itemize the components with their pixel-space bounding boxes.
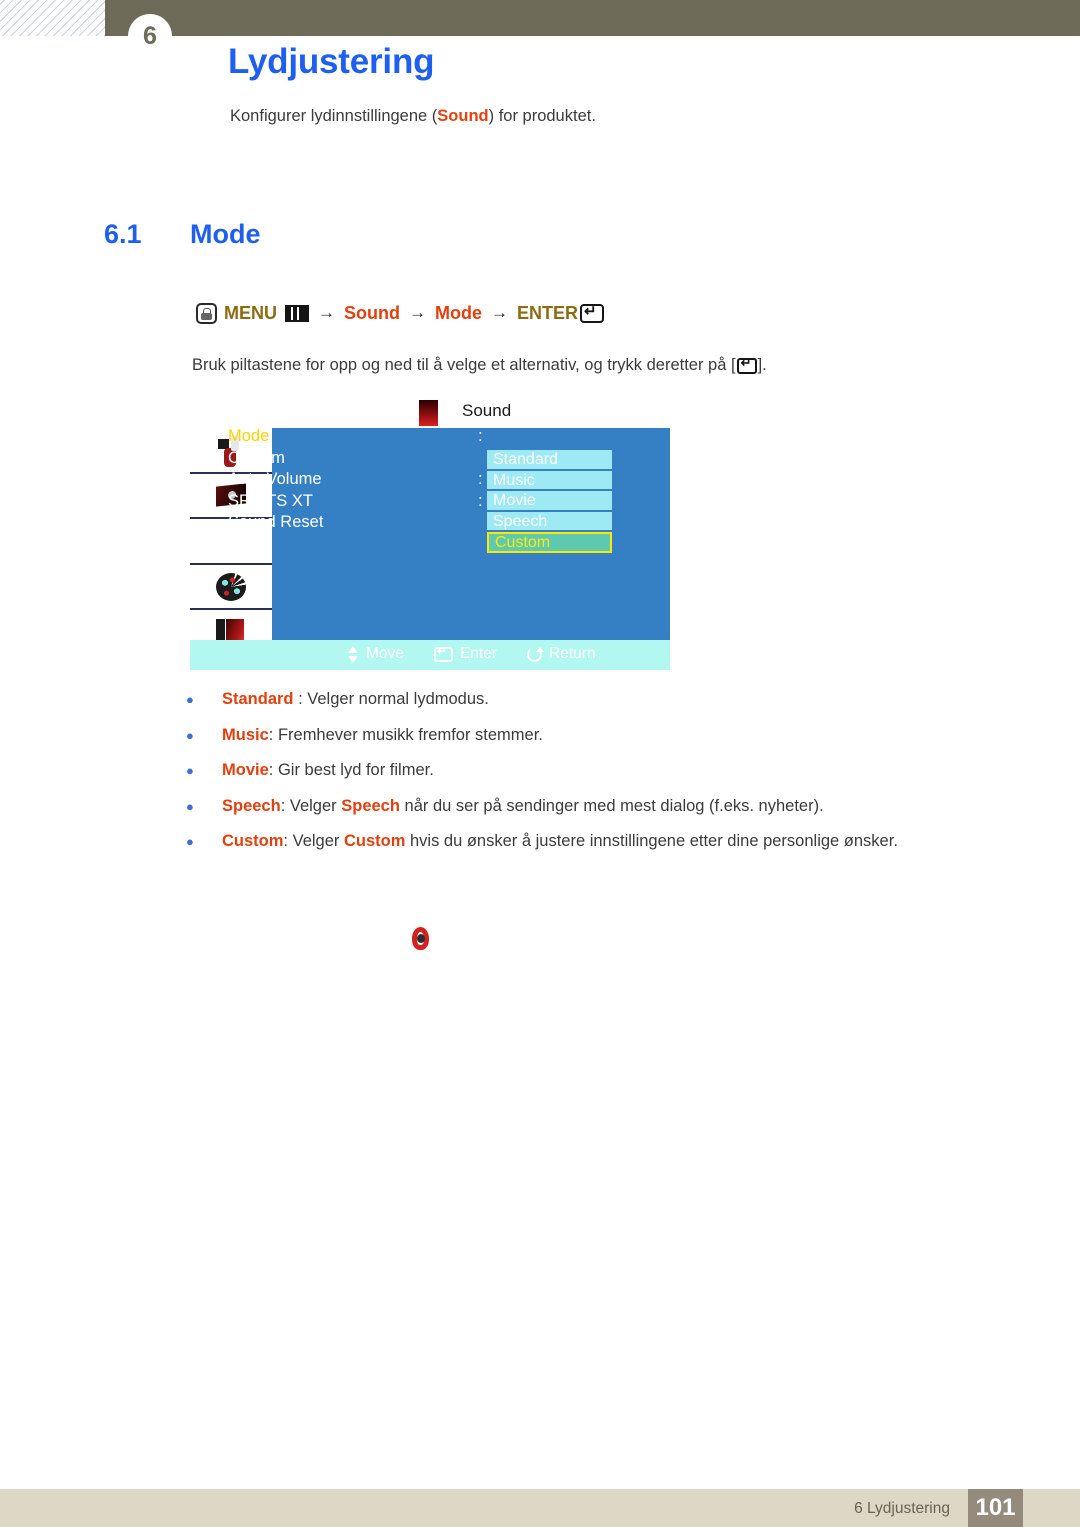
enter-key-icon (580, 302, 605, 323)
dropdown-option-movie[interactable]: Movie (487, 491, 612, 512)
menu-bars-icon (285, 304, 309, 322)
list-item-separator: : (283, 832, 293, 850)
list-item: ● Standard : Velger normal lydmodus. (186, 690, 986, 709)
list-item-body: Fremhever musikk fremfor stemmer. (277, 725, 543, 744)
path-arrow-1: → (318, 303, 335, 322)
list-item-term: Music (222, 725, 269, 744)
list-item-term: Movie (222, 761, 269, 779)
list-item-highlight: Custom (343, 832, 406, 850)
enter-key-icon-osd (433, 644, 453, 662)
osd-icon (404, 925, 438, 953)
list-item-body: Velger (292, 832, 344, 850)
path-arrow-2: → (409, 303, 426, 322)
osd-row-mode[interactable]: Mode (228, 426, 478, 448)
menu-path-item-mode: Mode (435, 302, 482, 323)
chapter-number-badge: 6 (128, 14, 172, 58)
list-item-text: Music: Fremhever musikk fremfor stemmer. (222, 726, 986, 745)
footer-page-number: 101 (968, 1489, 1023, 1527)
mode-description-list: ● Standard : Velger normal lydmodus. ● M… (186, 690, 986, 868)
osd-screenshot: Sound Mode Custom Auto Volume SRS TS XT … (190, 398, 670, 950)
subtitle-text-after: ) for produktet. (488, 107, 596, 125)
sidebar-item-setup[interactable] (190, 565, 272, 611)
menu-label: MENU (224, 302, 277, 323)
bullet-dot-icon: ● (186, 692, 194, 707)
section-title: Mode (190, 219, 261, 249)
osd-row-custom[interactable]: Custom (228, 448, 478, 470)
enter-key-icon-inline (736, 355, 757, 374)
subtitle-text-before: Konfigurer lydinnstillingene ( (230, 107, 438, 125)
osd-menu-rows: Mode Custom Auto Volume SRS TS XT Sound … (228, 426, 478, 534)
osd-bottom-notch (272, 630, 670, 640)
osd-row-sound-reset[interactable]: Sound Reset (228, 512, 478, 534)
dropdown-option-music[interactable]: Music (487, 470, 612, 491)
page-title: Lydjustering (228, 42, 435, 81)
osd-row-colons: : : : (478, 426, 483, 534)
subtitle-keyword: Sound (437, 107, 489, 125)
osd-hint-move-label: Move (366, 645, 404, 662)
page-subtitle: Konfigurer lydinnstillingene (Sound) for… (230, 107, 596, 126)
list-item-term: Speech (222, 796, 281, 815)
dropdown-option-speech[interactable]: Speech (487, 511, 612, 532)
osd-colon-mode: : (478, 427, 483, 445)
bullet-dot-icon: ● (186, 763, 194, 778)
list-item: ● Movie: Gir best lyd for filmer. (186, 761, 986, 780)
list-item-body: Gir best lyd for filmer. (277, 761, 434, 779)
bullet-dot-icon: ● (186, 727, 194, 743)
osd-hint-enter-label: Enter (459, 645, 497, 662)
list-item-text: Speech: Velger Speech når du ser på send… (222, 797, 986, 816)
dropdown-option-standard[interactable]: Standard (487, 450, 612, 471)
hand-press-icon (196, 302, 217, 324)
list-item-separator: : (268, 725, 278, 744)
list-item-separator: : (293, 690, 308, 708)
osd-colon-auto-volume: : (478, 470, 483, 488)
osd-row-auto-volume[interactable]: Auto Volume (228, 469, 478, 491)
list-item-body-after: hvis du ønsker å justere innstillingene … (405, 832, 898, 850)
osd-hint-return: Return (526, 645, 596, 663)
list-item: ● Music: Fremhever musikk fremfor stemme… (186, 726, 986, 745)
decorative-hatch-pattern (0, 0, 105, 36)
list-item: ● Speech: Velger Speech når du ser på se… (186, 797, 986, 816)
list-item-body: Velger normal lydmodus. (307, 690, 489, 708)
list-item: ● Custom: Velger Custom hvis du ønsker å… (186, 832, 986, 851)
footer-chapter-label: 6 Lydjustering (854, 1500, 950, 1517)
osd-hint-return-label: Return (548, 645, 596, 662)
list-item-text: Movie: Gir best lyd for filmer. (222, 761, 986, 780)
list-item-text: Custom: Velger Custom hvis du ønsker å j… (222, 832, 986, 851)
list-item-body-after: når du ser på sendinger med mest dialog … (399, 796, 824, 815)
bullet-dot-icon: ● (186, 798, 194, 814)
osd-mode-dropdown[interactable]: Standard Music Movie Speech Custom (487, 450, 612, 553)
osd-row-srs-ts-xt[interactable]: SRS TS XT (228, 491, 478, 513)
osd-hint-move: Move (348, 645, 404, 663)
section-number: 6.1 (104, 219, 142, 249)
list-item-text: Standard : Velger normal lydmodus. (222, 690, 986, 709)
path-arrow-3: → (491, 303, 508, 322)
instruction-text: Bruk piltastene for opp og ned til å vel… (192, 355, 767, 375)
enter-label: ENTER (517, 302, 579, 323)
list-item-body: Velger (289, 796, 342, 815)
return-arrow-icon (526, 646, 544, 662)
osd-title-icon (419, 400, 438, 426)
osd-title-text: Sound (462, 401, 512, 420)
list-item-separator: : (268, 761, 278, 779)
up-down-arrows-icon (348, 645, 359, 663)
list-item-term: Standard (222, 690, 294, 708)
menu-path-item-sound: Sound (344, 302, 400, 323)
menu-path-breadcrumb: MENU → Sound → Mode → ENTER (196, 300, 605, 326)
setup-icon (214, 572, 248, 601)
osd-title-bar: Sound (190, 398, 670, 428)
dropdown-option-custom[interactable]: Custom (487, 532, 612, 553)
osd-hint-bar: Move Enter Return (348, 644, 626, 663)
instruction-text-after: ]. (757, 356, 767, 374)
list-item-separator: : (280, 796, 290, 815)
osd-hint-enter: Enter (433, 644, 497, 663)
list-item-highlight: Speech (341, 796, 400, 815)
osd-colon-srs-ts-xt: : (478, 491, 483, 510)
list-item-term: Custom (222, 832, 284, 850)
header-bar (105, 0, 1080, 36)
bullet-dot-icon: ● (186, 834, 194, 849)
instruction-text-before: Bruk piltastene for opp og ned til å vel… (192, 356, 736, 374)
